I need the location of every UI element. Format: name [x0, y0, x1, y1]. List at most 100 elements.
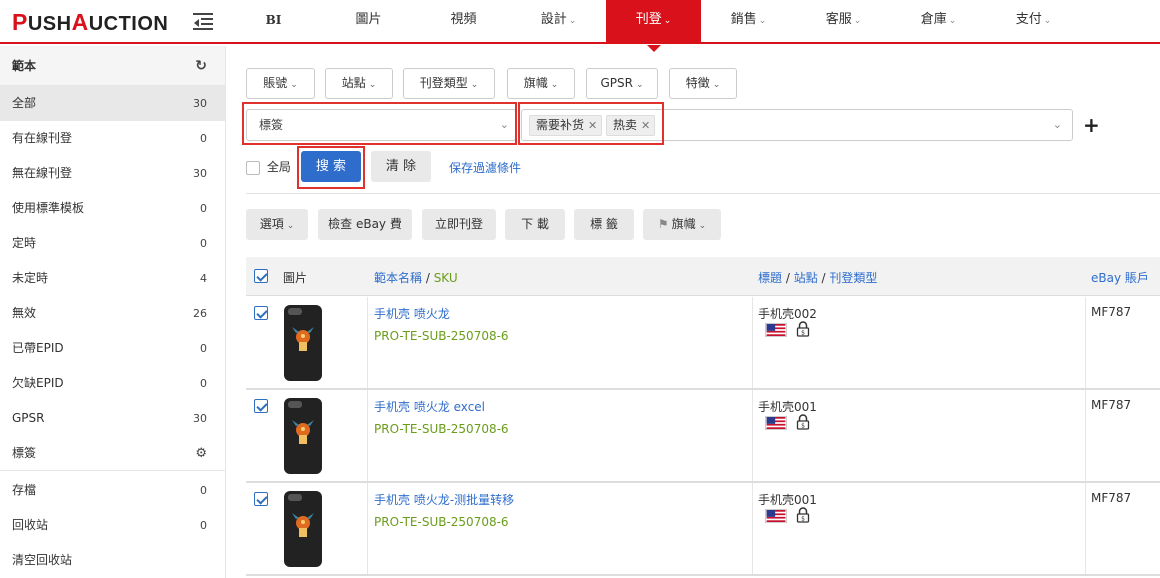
nav-customer-service[interactable]: 客服 ⌄ — [796, 0, 891, 44]
template-name-link[interactable]: 手机壳 喷火龙-测批量转移 — [374, 491, 514, 508]
flag-dropdown-button[interactable]: ⚑ 旗幟 ⌄ — [643, 209, 721, 240]
main-nav: BI 圖片 視頻 設計 ⌄ 刊登 ⌄ 銷售 ⌄ 客服 ⌄ 倉庫 ⌄ 支付 ⌄ — [226, 0, 1081, 52]
nav-payment[interactable]: 支付 ⌄ — [986, 0, 1081, 44]
chevron-down-icon: ⌄ — [758, 16, 767, 26]
table-row: 手机壳 喷火龙-测批量转移 PRO-TE-SUB-250708-6 手机壳001… — [246, 483, 1160, 576]
checkbox[interactable] — [246, 160, 260, 175]
sku-text: PRO-TE-SUB-250708-6 — [374, 422, 509, 436]
filter-gpsr-button[interactable]: GPSR ⌄ — [586, 68, 658, 99]
filter-account-button[interactable]: 賬號 ⌄ — [246, 68, 315, 99]
sidebar-item-unscheduled[interactable]: 未定時 4 — [0, 261, 225, 296]
sidebar-item-gpsr[interactable]: GPSR 30 — [0, 401, 225, 436]
sidebar-item-has-online[interactable]: 有在線刊登 0 — [0, 121, 225, 156]
chevron-down-icon: ⌄ — [368, 80, 377, 90]
clear-button[interactable]: 清 除 — [371, 151, 431, 182]
row-checkbox[interactable] — [254, 306, 268, 320]
download-button[interactable]: 下 載 — [505, 209, 565, 240]
chevron-down-icon: ⌄ — [286, 221, 295, 231]
flag-icon: ⚑ — [657, 217, 669, 231]
tag-button[interactable]: 標 籤 — [574, 209, 634, 240]
product-thumbnail[interactable] — [284, 398, 322, 474]
chevron-down-icon: ⌄ — [698, 221, 707, 231]
options-button[interactable]: 選項 ⌄ — [246, 209, 308, 240]
sort-by-site-link[interactable]: 站點 — [794, 271, 818, 285]
template-name-link[interactable]: 手机壳 喷火龙 excel — [374, 398, 485, 415]
col-image-header: 圖片 — [283, 271, 308, 285]
nav-design[interactable]: 設計 ⌄ — [511, 0, 606, 44]
sidebar-item-archive[interactable]: 存檔 0 — [0, 473, 225, 508]
sidebar-item-with-epid[interactable]: 已帶EPID 0 — [0, 331, 225, 366]
template-name-link[interactable]: 手机壳 喷火龙 — [374, 305, 450, 322]
refresh-icon[interactable]: ↻ — [195, 46, 207, 86]
chevron-down-icon: ⌄ — [1052, 118, 1062, 131]
nav-bi[interactable]: BI — [226, 0, 321, 44]
ebay-account-text: MF787 — [1091, 491, 1132, 505]
nav-warehouse[interactable]: 倉庫 ⌄ — [891, 0, 986, 44]
lock-icon: $ — [796, 321, 810, 337]
table-row: 手机壳 喷火龙 PRO-TE-SUB-250708-6 手机壳002 $ MF7… — [246, 297, 1160, 390]
listing-title: 手机壳001 — [758, 400, 817, 414]
chevron-down-icon: ⌄ — [635, 80, 644, 90]
listing-title: 手机壳002 — [758, 307, 817, 321]
col-account-header[interactable]: eBay 賬戶 — [1091, 269, 1149, 286]
sort-by-name-link[interactable]: 範本名稱 — [374, 271, 422, 285]
sidebar-item-all[interactable]: 全部 30 — [0, 86, 225, 121]
table-row: 手机壳 喷火龙 excel PRO-TE-SUB-250708-6 手机壳001… — [246, 390, 1160, 483]
sidebar-item-no-online[interactable]: 無在線刊登 30 — [0, 156, 225, 191]
svg-text:$: $ — [801, 516, 805, 523]
select-all-checkbox[interactable] — [254, 269, 268, 283]
gear-icon[interactable]: ⚙ — [195, 436, 207, 471]
lock-icon: $ — [796, 414, 810, 430]
sort-by-type-link[interactable]: 刊登類型 — [829, 271, 877, 285]
list-now-button[interactable]: 立即刊登 — [422, 209, 496, 240]
highlight-box-search — [297, 146, 365, 189]
chevron-down-icon: ⌄ — [568, 16, 577, 26]
ebay-account-text: MF787 — [1091, 305, 1132, 319]
nav-sales[interactable]: 銷售 ⌄ — [701, 0, 796, 44]
product-thumbnail[interactable] — [284, 491, 322, 567]
divider — [246, 193, 1160, 194]
filter-listing-type-button[interactable]: 刊登類型 ⌄ — [403, 68, 495, 99]
chevron-down-icon: ⌄ — [290, 80, 298, 90]
svg-text:$: $ — [801, 423, 805, 430]
chevron-down-icon: ⌄ — [948, 16, 957, 26]
row-checkbox[interactable] — [254, 399, 268, 413]
sidebar-item-invalid[interactable]: 無效 26 — [0, 296, 225, 331]
sidebar-item-standard-template[interactable]: 使用標準模板 0 — [0, 191, 225, 226]
sort-by-sku-link[interactable]: SKU — [434, 271, 458, 285]
add-icon[interactable]: + — [1083, 113, 1100, 137]
save-filter-link[interactable]: 保存過濾條件 — [449, 159, 521, 176]
nav-videos[interactable]: 視頻 — [416, 0, 511, 44]
listing-title: 手机壳001 — [758, 493, 817, 507]
nav-images[interactable]: 圖片 — [321, 0, 416, 44]
check-ebay-fee-button[interactable]: 檢查 eBay 費 — [318, 209, 412, 240]
chevron-down-icon: ⌄ — [550, 80, 559, 90]
col-title-header: 標題 / 站點 / 刊登類型 — [758, 271, 878, 285]
sku-text: PRO-TE-SUB-250708-6 — [374, 515, 509, 529]
sidebar-header: 範本 ↻ — [0, 46, 225, 86]
sidebar-item-missing-epid[interactable]: 欠缺EPID 0 — [0, 366, 225, 401]
filter-site-button[interactable]: 站點 ⌄ — [325, 68, 393, 99]
sidebar: 範本 ↻ 全部 30 有在線刊登 0 無在線刊登 30 使用標準模板 0 定時 0 未定時 4… — [0, 46, 226, 578]
table-header: 圖片 範本名稱 / SKU 標題 / 站點 / 刊登類型 eBay 賬戶 — [246, 257, 1160, 296]
sidebar-item-tags[interactable]: 標簽 ⚙ — [0, 436, 225, 471]
sidebar-item-recycle-bin[interactable]: 回收站 0 — [0, 508, 225, 543]
us-flag-icon — [765, 509, 787, 523]
chevron-down-icon: ⌄ — [470, 80, 479, 90]
menu-collapse-icon[interactable] — [193, 12, 213, 30]
sku-text: PRO-TE-SUB-250708-6 — [374, 329, 509, 343]
sort-by-title-link[interactable]: 標題 — [758, 271, 782, 285]
chevron-down-icon: ⌄ — [663, 16, 672, 26]
chevron-down-icon: ⌄ — [853, 16, 862, 26]
row-checkbox[interactable] — [254, 492, 268, 506]
chevron-down-icon: ⌄ — [1043, 16, 1052, 26]
pushauction-logo[interactable]: PUSHAUCTION — [12, 9, 168, 36]
filter-flag-button[interactable]: 旗幟 ⌄ — [507, 68, 575, 99]
nav-listing[interactable]: 刊登 ⌄ — [606, 0, 701, 52]
global-checkbox[interactable]: 全局 — [246, 158, 291, 175]
filter-feature-button[interactable]: 特徵 ⌄ — [669, 68, 737, 99]
sidebar-item-scheduled[interactable]: 定時 0 — [0, 226, 225, 261]
sidebar-item-empty-recycle-bin[interactable]: 清空回收站 — [0, 543, 225, 578]
highlight-box-tags — [518, 102, 664, 145]
product-thumbnail[interactable] — [284, 305, 322, 381]
